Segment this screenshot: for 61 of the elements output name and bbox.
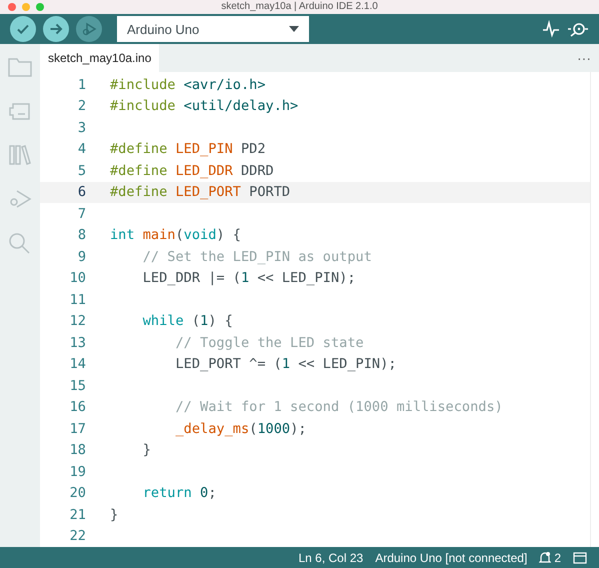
code-line: }	[142, 442, 151, 458]
line-number: 11	[68, 292, 87, 308]
magnifier-icon[interactable]	[567, 20, 589, 38]
arrow-right-icon	[48, 21, 64, 37]
line-number: 13	[68, 334, 87, 351]
line-number: 18	[68, 442, 87, 458]
code-line: #define LED_PORT PORTD	[110, 184, 290, 200]
window-zoom-button[interactable]	[36, 3, 44, 11]
window-minimize-button[interactable]	[22, 3, 30, 11]
cursor-position: Ln 6, Col 23	[298, 550, 364, 564]
line-number: 21	[68, 506, 87, 523]
line-number: 7	[76, 206, 87, 222]
line-number: 14	[68, 356, 87, 372]
line-number: 3	[76, 120, 87, 136]
editor-tab[interactable]: sketch_may10a.ino	[40, 44, 160, 72]
code-line: while (1) {	[142, 313, 233, 330]
line-number: 8	[76, 227, 87, 244]
window-close-button[interactable]	[8, 3, 16, 11]
panel-icon[interactable]	[573, 552, 587, 564]
code-line: #define LED_DDR DDRD	[110, 162, 274, 179]
line-number: 22	[68, 528, 87, 544]
bell-icon[interactable]	[539, 551, 552, 564]
code-line: // Set the LED_PIN as output	[142, 248, 372, 265]
code-line: #define LED_PIN PD2	[110, 141, 266, 158]
line-number: 12	[68, 313, 87, 330]
line-number: 4	[76, 141, 87, 158]
code-line: int main(void) {	[110, 227, 241, 244]
notification-count: 2	[554, 550, 561, 564]
line-number: 9	[76, 248, 87, 265]
line-number: 2	[76, 98, 87, 114]
line-number: 16	[68, 399, 87, 416]
board-selector[interactable]: Arduino Uno	[117, 16, 309, 42]
code-line: #include <avr/io.h>	[110, 76, 266, 93]
line-number: 17	[68, 420, 87, 437]
upload-button[interactable]	[43, 16, 69, 42]
verify-button[interactable]	[10, 16, 36, 42]
code-line: // Toggle the LED state	[174, 334, 364, 351]
line-number: 20	[68, 485, 87, 502]
folder-icon[interactable]	[8, 56, 32, 78]
line-number: 5	[76, 162, 87, 179]
window-title: sketch_may10a | Arduino IDE 2.1.0	[221, 0, 378, 14]
debug-icon[interactable]	[8, 188, 32, 210]
search-icon[interactable]	[8, 232, 32, 254]
code-line: }	[110, 506, 118, 523]
line-number: 6	[76, 184, 87, 200]
caret-icon	[289, 26, 299, 32]
line-number: 15	[68, 378, 87, 394]
code-line: LED_PORT ^= (1 << LED_PIN);	[174, 356, 396, 372]
debug-icon	[81, 21, 97, 37]
line-number: 1	[76, 76, 87, 93]
plotter-icon[interactable]	[542, 20, 560, 38]
library-icon[interactable]	[8, 144, 32, 166]
line-number: 10	[68, 270, 87, 286]
more-button[interactable]: ···	[569, 50, 599, 66]
code-line: #include <util/delay.h>	[110, 98, 298, 114]
code-line: // Wait for 1 second (1000 milliseconds)	[174, 399, 503, 416]
code-line: _delay_ms(1000);	[174, 420, 306, 437]
code-line: LED_DDR |= (1 << LED_PIN);	[142, 270, 356, 286]
line-number: 19	[68, 464, 87, 480]
code-line: return 0;	[142, 485, 216, 502]
board-status: Arduino Uno [not connected]	[375, 550, 528, 564]
